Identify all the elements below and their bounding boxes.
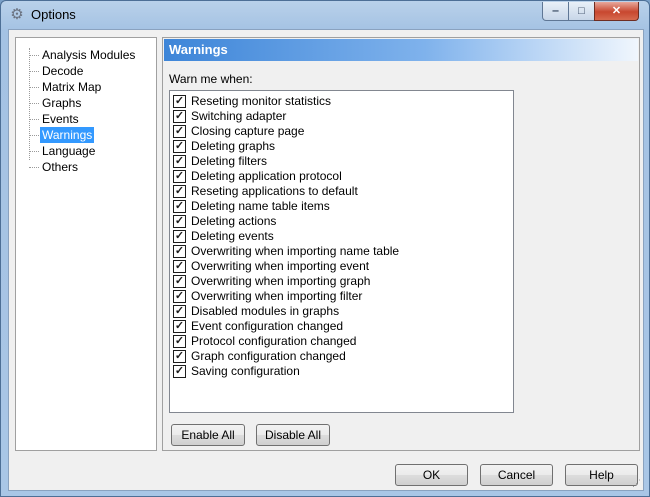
- warning-option-label: Disabled modules in graphs: [191, 304, 340, 318]
- warning-option-label: Protocol configuration changed: [191, 334, 357, 348]
- warning-option-label: Overwriting when importing graph: [191, 274, 371, 288]
- checkbox[interactable]: ✓: [173, 125, 186, 138]
- tree-item[interactable]: Decode: [16, 63, 156, 79]
- checkbox[interactable]: ✓: [173, 95, 186, 108]
- tree-item[interactable]: Matrix Map: [16, 79, 156, 95]
- warnings-checklist: ✓ Reseting monitor statistics ✓ Switching a…: [169, 90, 514, 413]
- tree-connector: [29, 87, 39, 88]
- gear-icon: ⚙: [10, 6, 24, 23]
- warning-option-label: Overwriting when importing filter: [191, 289, 363, 303]
- warning-option-label: Deleting events: [191, 229, 274, 243]
- checkbox[interactable]: ✓: [173, 200, 186, 213]
- dialog-client-area: Analysis Modules Decode Matrix Map Graphs Ev…: [8, 29, 644, 491]
- warning-option-label: Deleting graphs: [191, 139, 276, 153]
- checkbox[interactable]: ✓: [173, 110, 186, 123]
- tree-item-label: Events: [42, 112, 79, 126]
- checkbox[interactable]: ✓: [173, 335, 186, 348]
- resize-grip-icon[interactable]: ⋰: [631, 478, 641, 488]
- tree-item-label: Decode: [42, 64, 84, 78]
- panel-title: Warnings: [164, 39, 638, 61]
- tree-connector: [29, 167, 39, 168]
- checkbox[interactable]: ✓: [173, 320, 186, 333]
- checkbox[interactable]: ✓: [173, 365, 186, 378]
- window-title: Options: [31, 7, 76, 22]
- enable-all-button[interactable]: Enable All: [171, 424, 245, 446]
- checkbox[interactable]: ✓: [173, 185, 186, 198]
- checkbox[interactable]: ✓: [173, 230, 186, 243]
- checkbox[interactable]: ✓: [173, 275, 186, 288]
- tree-item[interactable]: Events: [16, 111, 156, 127]
- warning-option-label: Overwriting when importing name table: [191, 244, 400, 258]
- tree-item-label: Warnings: [40, 127, 95, 143]
- warning-option-label: Saving configuration: [191, 364, 300, 378]
- tree-item[interactable]: Graphs: [16, 95, 156, 111]
- warning-option-label: Event configuration changed: [191, 319, 344, 333]
- warning-option-label: Overwriting when importing event: [191, 259, 370, 273]
- maximize-button[interactable]: □: [568, 2, 595, 21]
- tree-connector: [29, 135, 39, 136]
- minimize-button[interactable]: ‒: [542, 2, 569, 21]
- checkbox[interactable]: ✓: [173, 155, 186, 168]
- ok-button[interactable]: OK: [395, 464, 468, 486]
- warn-me-label: Warn me when:: [169, 72, 253, 86]
- tree-connector: [29, 103, 39, 104]
- options-tree: Analysis Modules Decode Matrix Map Graphs Ev…: [15, 37, 157, 451]
- warning-option-label: Graph configuration changed: [191, 349, 346, 363]
- checkbox[interactable]: ✓: [173, 215, 186, 228]
- warning-option-label: Deleting name table items: [191, 199, 330, 213]
- tree-item[interactable]: Others: [16, 159, 156, 175]
- warnings-panel: Warnings Warn me when: ✓ Reseting monitor…: [162, 37, 640, 451]
- checkbox[interactable]: ✓: [173, 305, 186, 318]
- options-window: ⚙ Options ‒ □ ✕ Analysis Modules Decode Ma…: [0, 0, 650, 497]
- tree-item-label: Matrix Map: [42, 80, 102, 94]
- checkbox[interactable]: ✓: [173, 350, 186, 363]
- disable-all-button[interactable]: Disable All: [256, 424, 330, 446]
- tree-item-label: Others: [42, 160, 79, 174]
- tree-connector: [29, 55, 39, 56]
- checkbox[interactable]: ✓: [173, 140, 186, 153]
- checkbox[interactable]: ✓: [173, 245, 186, 258]
- help-button[interactable]: Help: [565, 464, 638, 486]
- warning-option-label: Deleting application protocol: [191, 169, 342, 183]
- tree-item[interactable]: Analysis Modules: [16, 47, 156, 63]
- warning-option-label: Deleting filters: [191, 154, 268, 168]
- tree-item[interactable]: Language: [16, 143, 156, 159]
- tree-item-label: Graphs: [42, 96, 82, 110]
- tree-item[interactable]: Warnings: [16, 127, 156, 143]
- cancel-button[interactable]: Cancel: [480, 464, 553, 486]
- tree-item-label: Analysis Modules: [42, 48, 136, 62]
- title-bar[interactable]: ⚙ Options ‒ □ ✕: [1, 1, 649, 29]
- checkbox[interactable]: ✓: [173, 290, 186, 303]
- tree-connector: [29, 151, 39, 152]
- tree-connector: [29, 71, 39, 72]
- tree-item-label: Language: [42, 144, 96, 158]
- close-button[interactable]: ✕: [594, 2, 639, 21]
- warning-option-label: Reseting monitor statistics: [191, 94, 332, 108]
- warning-option-label: Switching adapter: [191, 109, 287, 123]
- warning-option-label: Reseting applications to default: [191, 184, 358, 198]
- checkbox[interactable]: ✓: [173, 260, 186, 273]
- tree-connector: [29, 119, 39, 120]
- warning-option-label: Closing capture page: [191, 124, 305, 138]
- checkbox[interactable]: ✓: [173, 170, 186, 183]
- warning-option-label: Deleting actions: [191, 214, 277, 228]
